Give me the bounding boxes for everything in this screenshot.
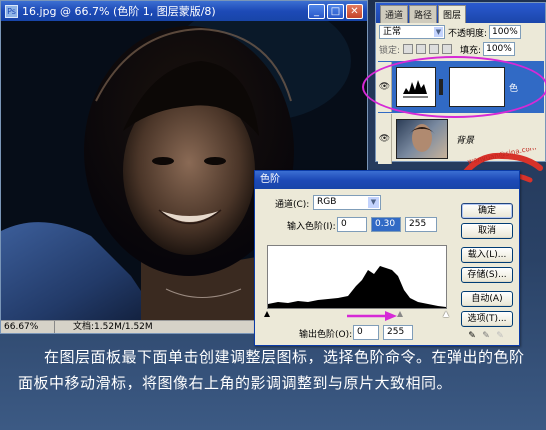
lock-pixels-icon[interactable] bbox=[416, 44, 427, 54]
lock-label: 锁定: bbox=[379, 45, 401, 56]
eye-icon[interactable]: 👁 bbox=[378, 114, 392, 164]
tab-paths[interactable]: 路径 bbox=[409, 5, 438, 23]
zoom-level[interactable]: 66.67% bbox=[1, 321, 55, 333]
instruction-caption: 在图层面板最下面单击创建调整层图标，选择色阶命令。在弹出的色阶面板中移动滑标，将… bbox=[18, 348, 525, 392]
channel-value: RGB bbox=[317, 197, 337, 207]
output-levels-label: 输出色阶(O): bbox=[299, 330, 353, 340]
white-point-slider[interactable] bbox=[443, 311, 449, 317]
tab-channels[interactable]: 通道 bbox=[380, 5, 409, 23]
document-titlebar[interactable]: Ps 16.jpg @ 66.7% (色阶 1, 图层蒙版/8) _ □ ✕ bbox=[1, 1, 367, 21]
blend-row: 正常 ▼ 不透明度: 100% bbox=[376, 23, 545, 41]
blend-mode-select[interactable]: 正常 ▼ bbox=[379, 25, 445, 39]
tab-layers[interactable]: 图层 bbox=[438, 5, 467, 23]
layer-name-background: 背景 bbox=[456, 135, 475, 146]
levels-dialog: 色阶 通道(C): RGB ▼ 输入色阶(I): 0 0.30 255 输出色阶… bbox=[254, 170, 520, 346]
save-button[interactable]: 存储(S)... bbox=[461, 267, 513, 283]
input-white-field[interactable]: 255 bbox=[405, 217, 437, 232]
gamma-slider[interactable] bbox=[397, 311, 403, 317]
pink-arrow-icon bbox=[347, 311, 397, 321]
chevron-down-icon: ▼ bbox=[434, 27, 443, 37]
photoshop-doc-icon: Ps bbox=[5, 4, 18, 18]
black-point-slider[interactable] bbox=[264, 311, 270, 317]
maximize-button[interactable]: □ bbox=[327, 3, 344, 19]
opacity-input[interactable]: 100% bbox=[489, 25, 522, 39]
fill-label: 填充: bbox=[460, 45, 482, 56]
panel-tabs: 通道 路径 图层 bbox=[376, 3, 545, 23]
minimize-button[interactable]: _ bbox=[308, 3, 325, 19]
gray-eyedropper-icon[interactable]: ✎ bbox=[481, 331, 491, 341]
screenshot-root: Ps 16.jpg @ 66.7% (色阶 1, 图层蒙版/8) _ □ ✕ 6… bbox=[0, 0, 546, 430]
auto-button[interactable]: 自动(A) bbox=[461, 291, 513, 307]
output-white-field[interactable]: 255 bbox=[383, 325, 413, 340]
lock-all-icon[interactable] bbox=[442, 44, 453, 54]
highlight-ellipse bbox=[362, 56, 546, 118]
input-black-field[interactable]: 0 bbox=[337, 217, 367, 232]
close-button[interactable]: ✕ bbox=[346, 3, 363, 19]
ok-button[interactable]: 确定 bbox=[461, 203, 513, 219]
output-black-field[interactable]: 0 bbox=[353, 325, 379, 340]
background-thumbnail bbox=[396, 119, 448, 159]
channel-label: 通道(C): bbox=[275, 200, 310, 210]
opacity-label: 不透明度: bbox=[448, 28, 488, 39]
input-gamma-field[interactable]: 0.30 bbox=[371, 217, 401, 232]
lock-position-icon[interactable] bbox=[429, 44, 440, 54]
chevron-down-icon: ▼ bbox=[368, 197, 379, 208]
blend-mode-value: 正常 bbox=[383, 27, 402, 37]
black-eyedropper-icon[interactable]: ✎ bbox=[467, 331, 477, 341]
load-button[interactable]: 载入(L)... bbox=[461, 247, 513, 263]
white-eyedropper-icon[interactable]: ✎ bbox=[495, 331, 505, 341]
channel-select[interactable]: RGB ▼ bbox=[313, 195, 381, 210]
levels-dialog-body: 通道(C): RGB ▼ 输入色阶(I): 0 0.30 255 输出色阶(O)… bbox=[255, 189, 519, 347]
options-button[interactable]: 选项(T)... bbox=[461, 311, 513, 327]
input-levels-label: 输入色阶(I): bbox=[287, 222, 336, 232]
lock-transparency-icon[interactable] bbox=[403, 44, 414, 54]
histogram bbox=[267, 245, 447, 309]
levels-dialog-title[interactable]: 色阶 bbox=[255, 171, 519, 189]
document-title: 16.jpg @ 66.7% (色阶 1, 图层蒙版/8) bbox=[22, 5, 216, 18]
lock-row: 锁定: 填充: 100% bbox=[376, 41, 545, 57]
fill-input[interactable]: 100% bbox=[483, 42, 516, 56]
cancel-button[interactable]: 取消 bbox=[461, 223, 513, 239]
